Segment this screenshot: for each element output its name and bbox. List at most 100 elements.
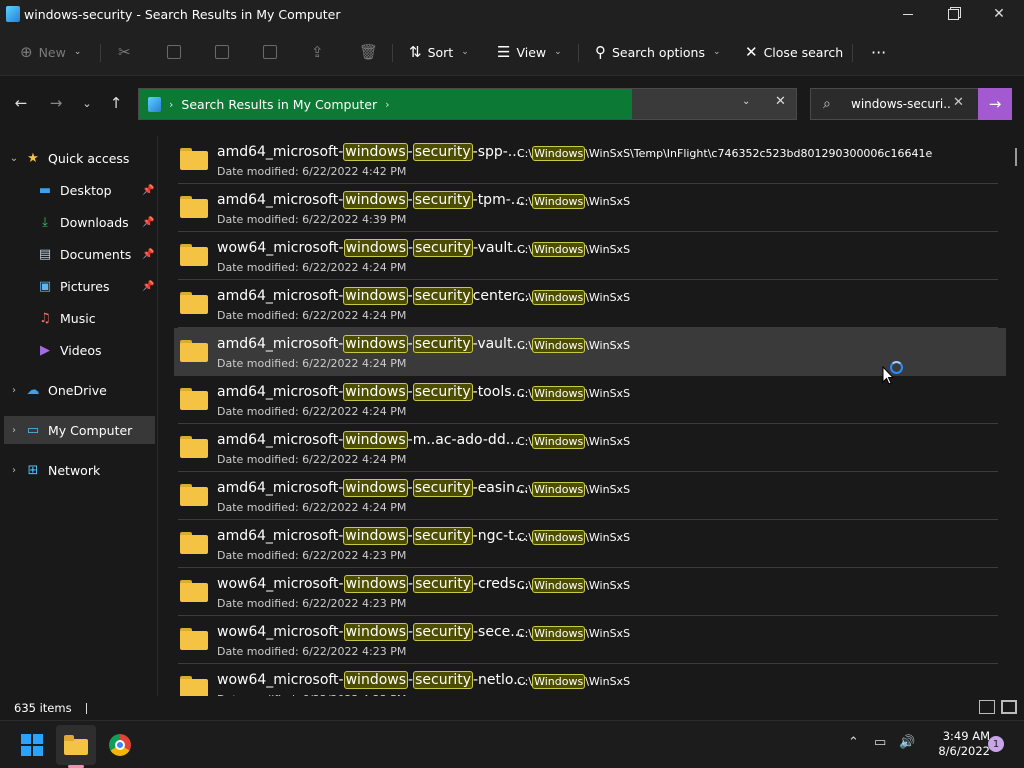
date-modified: Date modified: 6/22/2022 4:24 PM [217,501,407,514]
star-icon: ★ [27,150,39,166]
busy-spinner-icon [890,361,903,374]
search-match-highlight: security [412,287,473,305]
sidebar-item-onedrive[interactable]: › ☁ OneDrive [4,376,155,404]
sidebar-item-downloads[interactable]: ⤓ Downloads 📌 [4,208,155,236]
file-explorer-icon [6,6,20,22]
file-row[interactable]: wow64_microsoft-windows - security -sece...… [174,616,1006,664]
details-view-icon[interactable] [979,700,995,714]
scrollbar[interactable] [1015,148,1017,166]
pin-icon[interactable]: 📌 [142,249,154,260]
file-location: C:\ Windows \WinSxS [517,578,631,593]
search-options-button[interactable]: ⚲ Search options ⌄ [595,38,721,66]
search-input[interactable] [851,95,951,113]
address-dropdown-button[interactable]: ⌄ [742,96,750,107]
file-row[interactable]: amd64_microsoft-windows - security center..… [174,280,1006,328]
chevron-right-icon[interactable]: › [385,98,389,111]
search-match-highlight: security [412,527,473,545]
search-go-button[interactable]: → [978,88,1012,120]
sidebar-item-quick-access[interactable]: ⌄ ★ Quick access [4,144,155,172]
stop-search-button[interactable]: ✕ [775,94,786,109]
file-row[interactable]: amd64_microsoft-windows -m..ac-ado-dd... D… [174,424,1006,472]
file-row[interactable]: amd64_microsoft-windows - security -easin..… [174,472,1006,520]
chevron-down-icon[interactable]: ⌄ [4,153,24,164]
download-icon: ⤓ [42,214,48,230]
sort-button[interactable]: ⇅ Sort ⌄ [409,38,469,66]
close-search-button[interactable]: ✕ Close search [745,38,843,66]
more-options-button[interactable]: ··· [871,38,886,66]
file-location: C:\ Windows \WinSxS [517,290,631,305]
maximize-button[interactable] [930,0,976,28]
file-name: amd64_microsoft-windows - security -easin..… [217,479,529,497]
folder-icon [180,388,208,410]
file-row[interactable]: amd64_microsoft-windows - security -spp-...… [174,136,1006,184]
date-modified: Date modified: 6/22/2022 4:42 PM [217,165,407,178]
search-icon: ⌕ [823,96,831,112]
file-row[interactable]: amd64_microsoft-windows - security -ngc-t..… [174,520,1006,568]
sidebar-item-network[interactable]: › ⊞ Network [4,456,155,484]
file-row[interactable]: amd64_microsoft-windows - security -tpm-...… [174,184,1006,232]
volume-icon[interactable]: 🔊 [899,735,915,750]
date-modified: Date modified: 6/22/2022 4:24 PM [217,453,407,466]
file-name: amd64_microsoft-windows - security -vault..… [217,335,526,353]
back-button[interactable]: ← [10,92,32,114]
chevron-right-icon[interactable]: › [4,385,24,396]
breadcrumb-item[interactable]: Search Results in My Computer [181,97,377,112]
network-status-icon[interactable]: ▭ [874,735,886,750]
forward-button[interactable]: → [45,92,67,114]
pin-icon[interactable]: 📌 [142,185,154,196]
chevron-up-icon[interactable]: ⌃ [848,735,859,750]
taskbar: ⌃ ▭ 🔊 3:49 AM 8/6/2022 1 [0,720,1024,768]
chevron-right-icon[interactable]: › [4,425,24,436]
sidebar-item-desktop[interactable]: ▬ Desktop 📌 [4,176,155,204]
start-button[interactable] [12,725,52,765]
clear-search-button[interactable]: ✕ [953,95,964,110]
file-name: wow64_microsoft-windows - security -creds..… [217,575,530,593]
sort-icon: ⇅ [409,43,422,61]
computer-icon: ▭ [26,422,40,438]
taskbar-chrome[interactable] [100,725,140,765]
network-icon: ⊞ [27,462,39,478]
file-name: wow64_microsoft-windows - security -vault..… [217,239,527,257]
up-button[interactable]: ↑ [105,92,127,114]
trash-icon: 🗑 [359,43,379,61]
recent-locations-button[interactable]: ⌄ [76,92,98,114]
taskbar-file-explorer[interactable] [56,725,96,765]
notification-badge[interactable]: 1 [988,736,1004,752]
cut-button[interactable]: ✂ [118,38,131,66]
copy-button[interactable] [167,38,181,66]
paste-button[interactable] [215,38,229,66]
search-match-highlight: security [412,191,473,209]
sidebar-item-videos[interactable]: ▶ Videos [4,336,155,364]
search-box: ⌕ ✕ → [810,88,1012,120]
window-title: windows-security - Search Results in My … [24,6,341,22]
sidebar-item-music[interactable]: ♫ Music [4,304,155,332]
search-match-highlight: security [413,623,473,641]
file-location: C:\ Windows \WinSxS [517,674,631,689]
sidebar-item-documents[interactable]: ▤ Documents 📌 [4,240,155,268]
file-list: amd64_microsoft-windows - security -spp-...… [160,136,1012,696]
file-row[interactable]: wow64_microsoft-windows - security -netlo..… [174,664,1006,696]
minimize-button[interactable] [885,0,931,28]
close-button[interactable]: ✕ [976,0,1022,28]
pin-icon[interactable]: 📌 [142,217,154,228]
cloud-icon: ☁ [26,382,40,398]
tiles-view-icon[interactable] [1001,700,1017,714]
new-button[interactable]: ⊕ New ⌄ [20,38,81,66]
rename-button[interactable] [263,38,277,66]
folder-icon [180,436,208,458]
share-button[interactable]: ⇪ [311,38,324,66]
view-button[interactable]: ☰ View ⌄ [497,38,562,66]
clock[interactable]: 3:49 AM 8/6/2022 [920,729,990,759]
desktop-icon: ▬ [38,182,52,198]
search-match-highlight: Windows [532,530,586,545]
chevron-right-icon[interactable]: › [4,465,24,476]
address-bar[interactable]: › Search Results in My Computer › ⌄ ✕ [138,88,797,120]
folder-icon [180,532,208,554]
sidebar-item-my-computer[interactable]: › ▭ My Computer [4,416,155,444]
pin-icon[interactable]: 📌 [142,281,154,292]
file-row[interactable]: wow64_microsoft-windows - security -vault..… [174,232,1006,280]
file-row[interactable]: wow64_microsoft-windows - security -creds..… [174,568,1006,616]
search-match-highlight: Windows [532,482,586,497]
delete-button[interactable]: 🗑 [359,38,378,66]
sidebar-item-pictures[interactable]: ▣ Pictures 📌 [4,272,155,300]
